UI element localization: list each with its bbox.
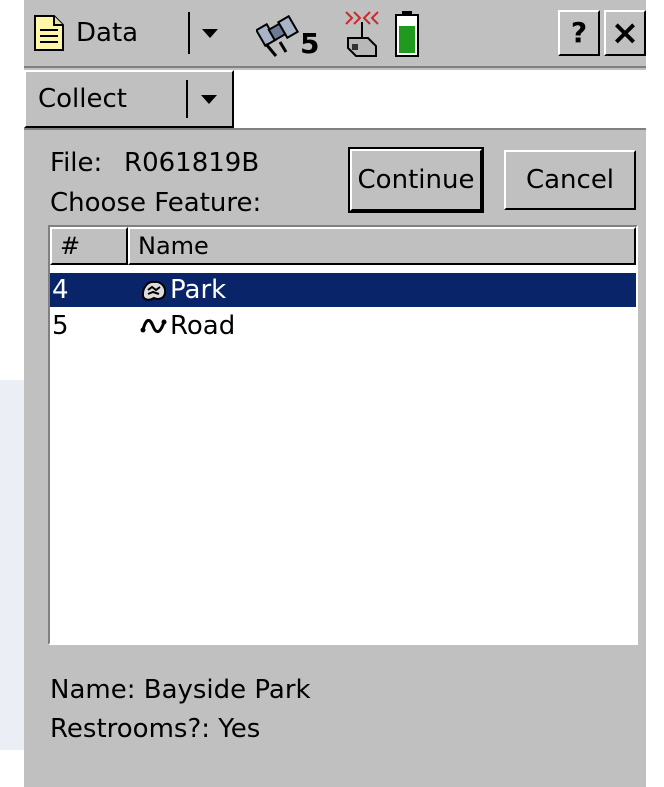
help-button[interactable]: ?: [558, 10, 600, 56]
close-icon: ×: [610, 13, 640, 53]
file-value: R061819B: [124, 148, 260, 178]
help-label: ?: [570, 16, 588, 49]
continue-button[interactable]: Continue: [348, 147, 484, 213]
feature-name: Road: [170, 311, 236, 341]
feature-name: Park: [170, 275, 227, 305]
background-strip: [0, 380, 24, 750]
mode-divider: [186, 80, 188, 118]
close-button[interactable]: ×: [604, 10, 646, 56]
feature-number: 4: [52, 275, 69, 305]
feature-detail-name: Name: Bayside Park: [50, 675, 311, 705]
satellite-count: 5: [300, 27, 320, 60]
list-item[interactable]: 5 Road: [50, 309, 636, 343]
column-header-number[interactable]: #: [50, 227, 128, 265]
mode-bar: Collect: [24, 70, 646, 130]
document-icon: [32, 14, 66, 52]
cancel-button[interactable]: Cancel: [504, 150, 636, 210]
choose-feature-label: Choose Feature:: [50, 188, 262, 218]
data-menu-dropdown[interactable]: [192, 12, 228, 54]
cancel-label: Cancel: [525, 165, 615, 195]
mode-selector-label: Collect: [38, 84, 127, 114]
mode-dropdown[interactable]: [190, 80, 228, 118]
list-item[interactable]: 4 Park: [50, 273, 636, 307]
continue-label: Continue: [357, 165, 475, 195]
mode-selector[interactable]: Collect: [24, 70, 234, 128]
chevron-down-icon: [202, 28, 218, 38]
file-label: File:: [50, 148, 103, 178]
column-header-name[interactable]: Name: [128, 227, 636, 265]
data-menu-label: Data: [76, 18, 139, 48]
battery-icon: [394, 10, 420, 62]
chevron-down-icon: [201, 94, 217, 104]
feature-list[interactable]: # Name 4 Park 5 Road: [48, 225, 638, 645]
feature-number: 5: [52, 311, 69, 341]
feature-detail-restrooms: Restrooms?: Yes: [50, 714, 261, 744]
title-bar: Data 5 ? ×: [24, 0, 646, 68]
app-window: Data 5 ? × Collect File: R061819B Choose…: [24, 0, 646, 787]
area-feature-icon: [140, 278, 168, 302]
gps-receiver-icon: [340, 8, 384, 64]
line-feature-icon: [140, 314, 168, 338]
column-header-name-label: Name: [138, 232, 209, 260]
column-header-number-label: #: [60, 232, 81, 260]
satellite-icon: [254, 12, 300, 62]
menu-divider: [188, 12, 190, 54]
